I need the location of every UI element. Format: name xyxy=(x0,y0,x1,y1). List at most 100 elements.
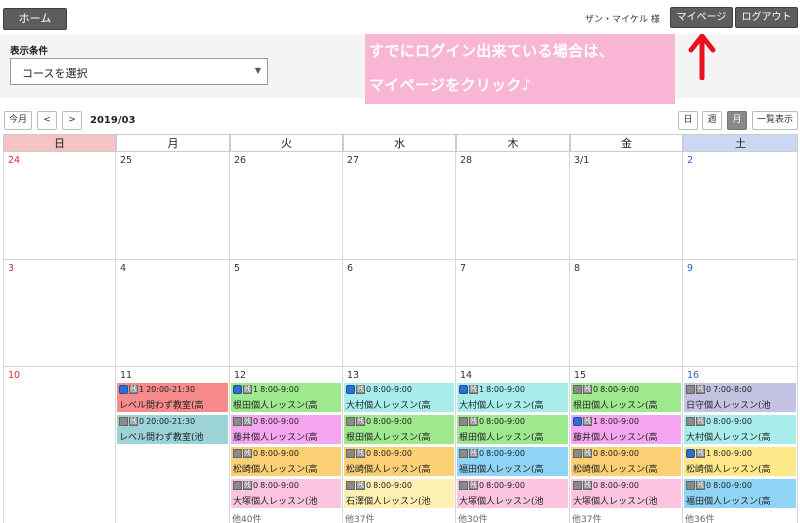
event-item[interactable]: 残 0 8:00-9:00 根田個人レッスン(高 xyxy=(344,415,454,445)
weekday-header-wed: 水 xyxy=(343,134,456,152)
day-number: 9 xyxy=(687,263,694,274)
remaining-count: 1 xyxy=(253,385,259,394)
day-cell[interactable]: 28 xyxy=(456,152,570,260)
day-cell[interactable]: 3/1 xyxy=(570,152,683,260)
event-item[interactable]: 残 0 8:00-9:00 福田個人レッスン(高 xyxy=(684,479,796,509)
day-cell[interactable]: 13 残 0 8:00-9:00 大村個人レッスン(高残 0 8:00-9:00 根田個人レッ… xyxy=(343,367,456,523)
day-number: 2 xyxy=(687,155,694,166)
event-item[interactable]: 残 0 8:00-9:00 福田個人レッスン(高 xyxy=(457,447,568,477)
more-events-link[interactable]: 他36件 xyxy=(685,512,714,523)
day-cell[interactable]: 2 xyxy=(683,152,798,260)
day-cell[interactable]: 6 xyxy=(343,260,456,367)
home-button[interactable]: ホーム xyxy=(3,8,67,30)
event-item[interactable]: 残 0 8:00-9:00 大塚個人レッスン(池 xyxy=(571,479,681,509)
remaining-count: 0 xyxy=(139,417,145,426)
weekday-header-tue: 火 xyxy=(230,134,343,152)
event-item[interactable]: 残 0 8:00-9:00 松崎個人レッスン(高 xyxy=(231,447,341,477)
event-item[interactable]: 残 1 8:00-9:00 根田個人レッスン(高 xyxy=(231,383,341,413)
event-item[interactable]: 残 0 8:00-9:00 松崎個人レッスン(高 xyxy=(571,447,681,477)
event-meta: 残 1 8:00-9:00 xyxy=(233,385,299,396)
event-item[interactable]: 残 0 8:00-9:00 大村個人レッスン(高 xyxy=(344,383,454,413)
event-time: 7:00-8:00 xyxy=(713,385,752,394)
remaining-count: 0 xyxy=(366,385,372,394)
next-month-button[interactable]: > xyxy=(62,111,82,130)
more-events-link[interactable]: 他37件 xyxy=(572,512,601,523)
event-time: 8:00-9:00 xyxy=(600,449,639,458)
event-item[interactable]: 残 0 8:00-9:00 大塚個人レッスン(池 xyxy=(231,479,341,509)
annotation-line-2: マイページをクリック♪ xyxy=(369,76,532,94)
month-view-button[interactable]: 月 xyxy=(727,111,747,130)
day-number: 16 xyxy=(687,370,700,381)
weekday-header-sat: 土 xyxy=(683,134,798,152)
event-item[interactable]: 残 1 8:00-9:00 松崎個人レッスン(高 xyxy=(684,447,796,477)
more-events-link[interactable]: 他30件 xyxy=(458,512,487,523)
more-events-link[interactable]: 他37件 xyxy=(345,512,374,523)
more-events-link[interactable]: 他40件 xyxy=(232,512,261,523)
day-number: 13 xyxy=(347,370,360,381)
event-item[interactable]: 残 0 8:00-9:00 松崎個人レッスン(高 xyxy=(344,447,454,477)
day-number: 26 xyxy=(234,155,247,166)
week-view-button[interactable]: 週 xyxy=(702,111,722,130)
remaining-count: 0 xyxy=(366,417,372,426)
event-name: 根田個人レッスン(高 xyxy=(573,401,658,411)
course-select[interactable]: コースを選択 ▼ xyxy=(10,58,268,85)
day-view-button[interactable]: 日 xyxy=(678,111,698,130)
remain-label: 残 xyxy=(356,417,365,426)
day-cell[interactable]: 16 残 0 7:00-8:00 日守個人レッスン(池残 0 8:00-9:00 大村個人レッ… xyxy=(683,367,798,523)
day-number: 15 xyxy=(574,370,587,381)
day-cell[interactable]: 10 xyxy=(3,367,116,523)
day-cell[interactable]: 14 残 1 8:00-9:00 大村個人レッスン(高残 0 8:00-9:00 根田個人レッ… xyxy=(456,367,570,523)
remaining-count: 0 xyxy=(253,449,259,458)
event-item[interactable]: 残 0 20:00-21:30 レベル問わず教室(池 xyxy=(117,415,228,445)
day-cell[interactable]: 12 残 1 8:00-9:00 根田個人レッスン(高残 0 8:00-9:00 藤井個人レッ… xyxy=(230,367,343,523)
calendar-grid: 日月火水木金土 24 25 26 27 28 3/1 2 3 4 5 6 7 8 9 10 11 残 1 20:00-… xyxy=(3,134,798,523)
remain-label: 残 xyxy=(469,449,478,458)
event-item[interactable]: 残 0 8:00-9:00 根田個人レッスン(高 xyxy=(457,415,568,445)
event-item[interactable]: 残 0 8:00-9:00 大村個人レッスン(高 xyxy=(684,415,796,445)
closed-icon xyxy=(573,385,582,394)
remaining-count: 0 xyxy=(253,417,259,426)
day-cell[interactable]: 4 xyxy=(116,260,230,367)
event-time: 8:00-9:00 xyxy=(260,449,299,458)
event-item[interactable]: 残 1 20:00-21:30 レベル問わず教室(高 xyxy=(117,383,228,413)
event-item[interactable]: 残 1 8:00-9:00 大村個人レッスン(高 xyxy=(457,383,568,413)
closed-icon xyxy=(573,449,582,458)
event-item[interactable]: 残 1 8:00-9:00 藤井個人レッスン(高 xyxy=(571,415,681,445)
day-cell[interactable]: 3 xyxy=(3,260,116,367)
day-cell[interactable]: 5 xyxy=(230,260,343,367)
day-cell[interactable]: 7 xyxy=(456,260,570,367)
annotation-line-1: すでにログイン出来ている場合は、 xyxy=(369,42,614,60)
mypage-button[interactable]: マイページ xyxy=(670,7,733,28)
event-time: 8:00-9:00 xyxy=(713,449,752,458)
event-time: 8:00-9:00 xyxy=(373,449,412,458)
event-item[interactable]: 残 0 7:00-8:00 日守個人レッスン(池 xyxy=(684,383,796,413)
event-name: レベル問わず教室(池 xyxy=(119,433,204,443)
open-icon xyxy=(459,385,468,394)
day-cell[interactable]: 9 xyxy=(683,260,798,367)
day-cell[interactable]: 24 xyxy=(3,152,116,260)
event-name: 根田個人レッスン(高 xyxy=(346,433,431,443)
event-item[interactable]: 残 0 8:00-9:00 藤井個人レッスン(高 xyxy=(231,415,341,445)
event-meta: 残 0 8:00-9:00 xyxy=(233,417,299,428)
event-name: 大塚個人レッスン(池 xyxy=(233,497,318,507)
this-month-button[interactable]: 今月 xyxy=(4,111,32,130)
event-time: 8:00-9:00 xyxy=(713,417,752,426)
logout-button[interactable]: ログアウト xyxy=(735,7,798,28)
day-cell[interactable]: 26 xyxy=(230,152,343,260)
day-cell[interactable]: 11 残 1 20:00-21:30 レベル問わず教室(高残 0 20:00-21:30 レベ… xyxy=(116,367,230,523)
event-name: 藤井個人レッスン(高 xyxy=(573,433,658,443)
remain-label: 残 xyxy=(469,417,478,426)
day-number: 10 xyxy=(8,370,21,381)
list-view-button[interactable]: 一覧表示 xyxy=(752,111,798,130)
event-item[interactable]: 残 0 8:00-9:00 石澤個人レッスン(池 xyxy=(344,479,454,509)
event-meta: 残 0 8:00-9:00 xyxy=(686,481,752,492)
event-meta: 残 1 8:00-9:00 xyxy=(573,417,639,428)
day-cell[interactable]: 27 xyxy=(343,152,456,260)
day-cell[interactable]: 15 残 0 8:00-9:00 根田個人レッスン(高残 1 8:00-9:00 藤井個人レッ… xyxy=(570,367,683,523)
event-item[interactable]: 残 0 8:00-9:00 根田個人レッスン(高 xyxy=(571,383,681,413)
closed-icon xyxy=(686,481,695,490)
prev-month-button[interactable]: < xyxy=(37,111,57,130)
day-cell[interactable]: 8 xyxy=(570,260,683,367)
event-item[interactable]: 残 0 8:00-9:00 大塚個人レッスン(池 xyxy=(457,479,568,509)
day-cell[interactable]: 25 xyxy=(116,152,230,260)
